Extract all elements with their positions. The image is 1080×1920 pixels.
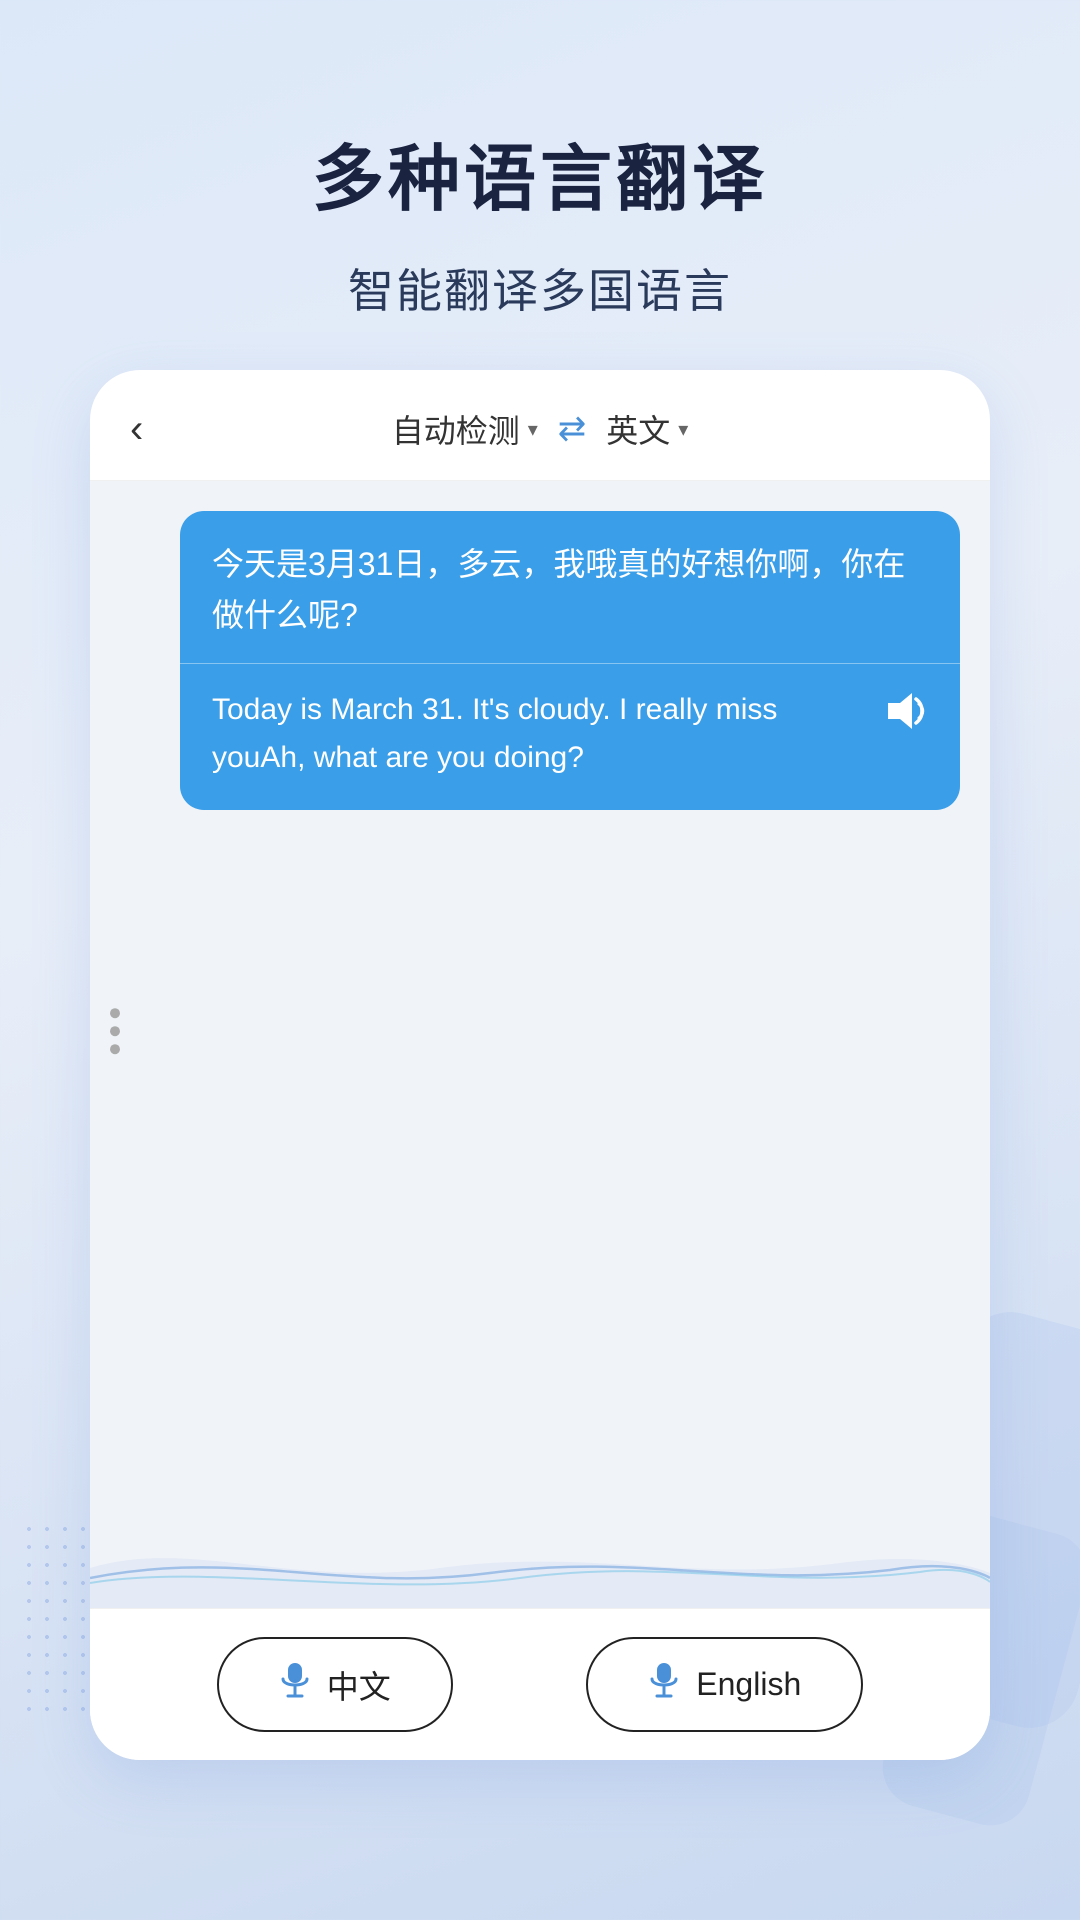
speaker-button[interactable]	[884, 690, 928, 748]
sub-title: 智能翻译多国语言	[0, 255, 1080, 321]
chinese-button-label: 中文	[327, 1662, 391, 1708]
target-lang-arrow: ▾	[678, 417, 688, 442]
original-text: 今天是3月31日，多云，我哦真的好想你啊，你在做什么呢?	[180, 511, 960, 664]
translated-text: Today is March 31. It's cloudy. I really…	[212, 686, 868, 782]
main-title: 多种语言翻译	[0, 120, 1080, 225]
bottom-bar: 中文 English	[90, 1608, 990, 1760]
source-lang-arrow: ▾	[528, 417, 538, 442]
english-mic-icon	[648, 1661, 680, 1708]
english-button[interactable]: English	[586, 1637, 863, 1732]
app-card: ‹ 自动检测 ▾ ⇄ 英文 ▾ 今天是3月31日，多云，我哦真的好想你啊，你在做…	[90, 370, 990, 1760]
language-selector: 自动检测 ▾ ⇄ 英文 ▾	[392, 406, 689, 452]
swap-languages-button[interactable]: ⇄	[558, 409, 587, 449]
translated-section: Today is March 31. It's cloudy. I really…	[180, 664, 960, 810]
dot-1	[110, 1008, 120, 1018]
three-dots-menu[interactable]	[110, 1008, 120, 1054]
target-lang-label: 英文	[606, 406, 670, 452]
wave-decoration	[90, 1528, 990, 1608]
app-header: ‹ 自动检测 ▾ ⇄ 英文 ▾	[90, 370, 990, 481]
message-bubble: 今天是3月31日，多云，我哦真的好想你啊，你在做什么呢? Today is Ma…	[180, 511, 960, 810]
source-lang-label: 自动检测	[392, 406, 520, 452]
back-button[interactable]: ‹	[130, 407, 143, 452]
translation-area: 今天是3月31日，多云，我哦真的好想你啊，你在做什么呢? Today is Ma…	[90, 481, 990, 1608]
dot-2	[110, 1026, 120, 1036]
chinese-button[interactable]: 中文	[217, 1637, 453, 1732]
source-language-selector[interactable]: 自动检测 ▾	[392, 406, 538, 452]
chinese-mic-icon	[279, 1661, 311, 1708]
target-language-selector[interactable]: 英文 ▾	[606, 406, 688, 452]
english-button-label: English	[696, 1666, 801, 1703]
dot-3	[110, 1044, 120, 1054]
